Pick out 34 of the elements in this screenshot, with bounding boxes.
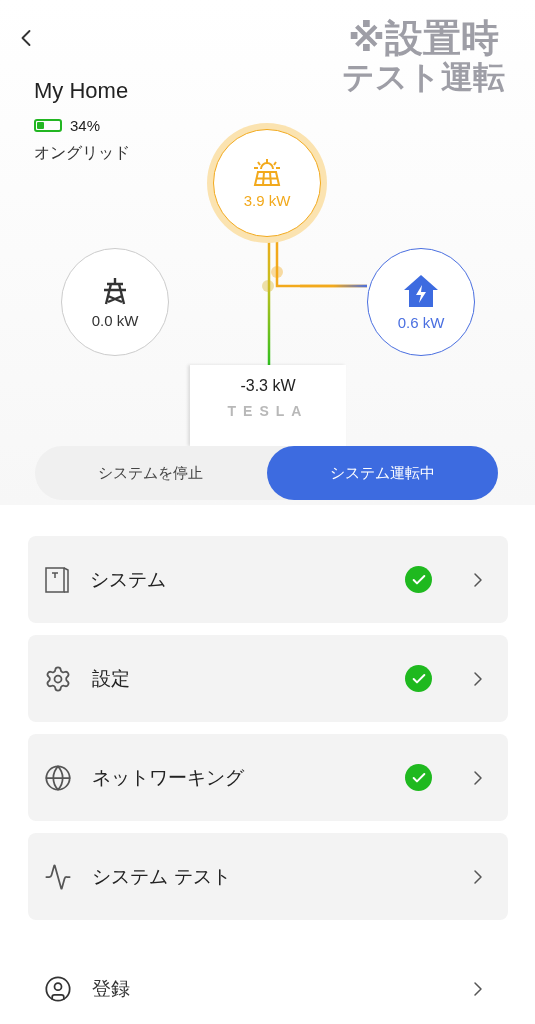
pulse-icon (44, 862, 72, 891)
solar-panel-icon (252, 157, 282, 186)
menu-card[interactable]: システム (28, 536, 508, 623)
menu-label: ネットワーキング (92, 764, 245, 790)
brand-logo: TESLA (227, 403, 309, 419)
annotation-text: テスト運転 (342, 59, 505, 95)
menu-card[interactable]: 設定 (28, 635, 508, 722)
menu-label: 設定 (92, 665, 131, 691)
house-bolt-icon (403, 273, 439, 308)
powerwall-card[interactable]: -3.3 kW TESLA (190, 365, 346, 446)
grid-reading: 0.0 kW (91, 311, 139, 329)
user-icon (44, 975, 72, 1003)
settings-icon (44, 664, 72, 693)
mode-option[interactable]: システムを停止 (35, 446, 267, 500)
menu-label: システム (90, 566, 167, 592)
annotation-text: ※設置時 (348, 18, 499, 60)
battery-icon (34, 119, 62, 132)
globe-icon (44, 763, 72, 792)
solar-reading: 3.9 kW (243, 191, 291, 209)
mode-option[interactable]: システム運転中 (266, 446, 498, 500)
battery-percent: 34% (70, 117, 101, 134)
grid-status: オングリッド (34, 143, 130, 164)
menu-label: システム テスト (92, 863, 233, 889)
menu-card[interactable]: システム テスト (28, 833, 508, 920)
powerwall-icon (44, 565, 70, 594)
power-tower-icon (101, 275, 129, 306)
menu-card[interactable]: ネットワーキング (28, 734, 508, 821)
home-node[interactable]: 0.6 kW (367, 248, 475, 356)
powerwall-reading: -3.3 kW (240, 377, 296, 395)
site-title: My Home (34, 78, 129, 104)
menu-row[interactable]: 登録 (28, 954, 508, 1024)
menu-label: 登録 (92, 976, 131, 1001)
home-reading: 0.6 kW (397, 313, 445, 331)
grid-node[interactable]: 0.0 kW (61, 248, 169, 356)
